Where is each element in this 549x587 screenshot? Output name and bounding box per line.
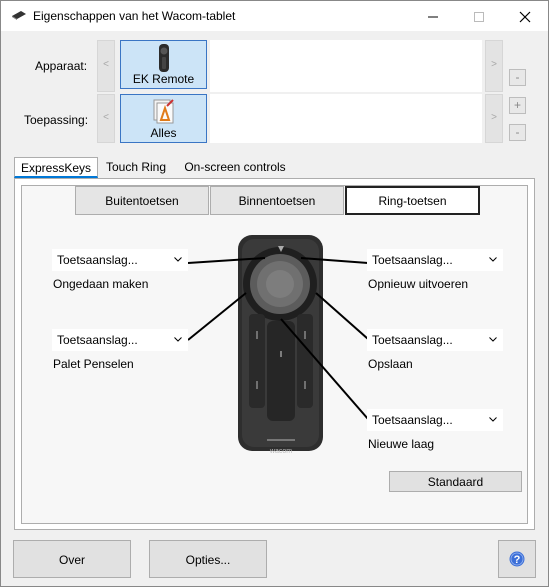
properties-window: Eigenschappen van het Wacom-tablet Appar…	[0, 0, 549, 587]
help-icon: ?	[509, 551, 525, 567]
new-layer-key-value: Toetsaanslag...	[372, 413, 453, 427]
chevron-down-icon	[174, 257, 182, 262]
leader-line-save	[315, 292, 369, 340]
brush-palette-key-label: Palet Penselen	[53, 357, 134, 371]
save-key-value: Toetsaanslag...	[372, 333, 453, 347]
chevron-down-icon	[174, 337, 182, 342]
redo-key-label: Opnieuw uitvoeren	[368, 277, 469, 291]
brush-palette-key-value: Toetsaanslag...	[57, 333, 138, 347]
chevron-down-icon	[489, 417, 497, 422]
undo-key-label: Ongedaan maken	[53, 277, 149, 291]
save-key-label: Opslaan	[368, 357, 413, 371]
ek-remote-device: wacom	[238, 235, 323, 455]
new-layer-key-label: Nieuwe laag	[368, 437, 435, 451]
leader-line-brush-palette	[187, 292, 247, 341]
undo-key-dropdown[interactable]: Toetsaanslag...	[52, 249, 188, 271]
help-button[interactable]: ?	[498, 540, 536, 578]
options-button[interactable]: Opties...	[149, 540, 267, 578]
redo-key-dropdown[interactable]: Toetsaanslag...	[367, 249, 503, 271]
remote-illustration: wacom	[187, 235, 369, 455]
chevron-down-icon	[489, 257, 497, 262]
standard-button[interactable]: Standaard	[389, 471, 522, 492]
svg-text:?: ?	[514, 554, 521, 566]
new-layer-key-dropdown[interactable]: Toetsaanslag...	[367, 409, 503, 431]
brush-palette-key-dropdown[interactable]: Toetsaanslag...	[52, 329, 188, 351]
device-brand-label: wacom	[269, 448, 292, 455]
about-button[interactable]: Over	[13, 540, 131, 578]
redo-key-value: Toetsaanslag...	[372, 253, 453, 267]
save-key-dropdown[interactable]: Toetsaanslag...	[367, 329, 503, 351]
chevron-down-icon	[489, 337, 497, 342]
undo-key-value: Toetsaanslag...	[57, 253, 138, 267]
